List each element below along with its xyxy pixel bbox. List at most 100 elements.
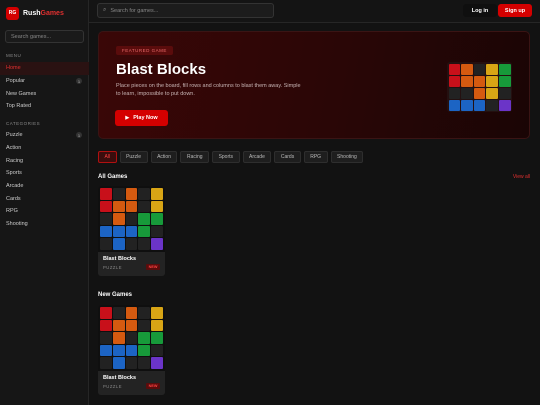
sidebar-item-label: Top Rated — [6, 103, 32, 110]
blue-block — [448, 99, 461, 111]
sidebar-item-top-rated[interactable]: Top Rated — [0, 100, 89, 113]
orange-block — [125, 307, 138, 319]
purple-block — [151, 357, 163, 369]
top-search-input[interactable] — [110, 7, 261, 14]
orange-block — [461, 75, 473, 87]
sidebar-item-shooting[interactable]: Shooting — [0, 218, 89, 231]
red-block — [100, 307, 112, 319]
sidebar-item-cards[interactable]: Cards — [0, 192, 89, 205]
brand-name-second: Games — [40, 9, 64, 17]
brand-name-first: Rush — [23, 9, 41, 17]
brand-name: RushGames — [23, 10, 64, 17]
red-block — [448, 63, 461, 75]
sidebar-item-badge: 1 — [76, 132, 82, 139]
game-card[interactable]: Blast Blocks PUZZLE NEW — [98, 305, 165, 395]
sidebar-item-popular[interactable]: Popular 1 — [0, 75, 89, 88]
top-search[interactable]: ⌕ — [97, 3, 274, 18]
hero-block-grid — [448, 63, 511, 111]
main-content: FEATURED GAME Blast Blocks Place pieces … — [89, 23, 540, 405]
play-icon: ▶ — [125, 115, 130, 121]
sidebar-item-arcade[interactable]: Arcade — [0, 180, 89, 193]
empty-cell — [138, 307, 151, 319]
yellow-block — [151, 319, 163, 332]
play-now-label: Play Now — [133, 115, 158, 121]
sidebar-item-label: Racing — [6, 157, 24, 164]
green-block — [151, 213, 163, 225]
signup-button[interactable]: Sign up — [498, 4, 532, 17]
card-block-grid — [100, 307, 163, 369]
sidebar-item-rpg[interactable]: RPG — [0, 205, 89, 218]
sidebar-item-new-games[interactable]: New Games — [0, 87, 89, 100]
logo[interactable]: RG RushGames — [6, 6, 64, 20]
blue-block — [100, 344, 112, 357]
orange-block — [112, 200, 125, 213]
blue-block — [112, 225, 125, 238]
orange-block — [461, 63, 473, 75]
filter-chip-sports[interactable]: Sports — [212, 151, 240, 163]
green-block — [151, 332, 163, 344]
red-block — [100, 188, 112, 200]
orange-block — [112, 319, 125, 332]
sidebar-item-label: RPG — [6, 208, 18, 215]
sidebar-item-puzzle[interactable]: Puzzle 1 — [0, 129, 89, 142]
view-all-link[interactable]: View all — [513, 174, 530, 180]
card-block-grid — [100, 188, 163, 250]
categories-section-label: CATEGORIES — [6, 121, 41, 126]
new-badge: NEW — [146, 264, 160, 270]
sidebar-item-label: Sports — [6, 170, 22, 177]
menu-section-label: MENU — [6, 53, 22, 58]
empty-cell — [151, 344, 163, 357]
filter-chip-puzzle[interactable]: Puzzle — [119, 151, 148, 163]
new-badge: NEW — [146, 383, 160, 389]
empty-cell — [138, 200, 151, 213]
filter-chip-action[interactable]: Action — [150, 151, 178, 163]
orange-block — [473, 75, 486, 87]
sidebar-item-badge: 1 — [76, 78, 82, 85]
game-card-category: PUZZLE — [103, 265, 123, 270]
yellow-block — [151, 188, 163, 200]
yellow-block — [151, 307, 163, 319]
green-block — [138, 225, 151, 238]
empty-cell — [125, 238, 138, 250]
yellow-block — [486, 75, 498, 87]
filter-chip-racing[interactable]: Racing — [180, 151, 210, 163]
empty-cell — [461, 87, 473, 99]
red-block — [448, 75, 461, 87]
game-card-info: Blast Blocks PUZZLE NEW — [98, 371, 165, 395]
all-games-title: All Games — [98, 174, 128, 180]
orange-block — [125, 188, 138, 200]
categories-nav: Puzzle 1 Action Racing Sports Arcade Cards RPG S… — [0, 129, 89, 231]
play-now-button[interactable]: ▶ Play Now — [115, 110, 168, 126]
blue-block — [461, 99, 473, 111]
sidebar-item-home[interactable]: Home — [0, 62, 89, 75]
sidebar-item-label: Puzzle — [6, 132, 23, 139]
sidebar: RG RushGames MENU Home Popular 1 New Games T… — [0, 0, 89, 405]
sidebar-item-racing[interactable]: Racing — [0, 154, 89, 167]
green-block — [138, 344, 151, 357]
empty-cell — [473, 63, 486, 75]
green-block — [138, 332, 151, 344]
filter-chip-arcade[interactable]: Arcade — [242, 151, 272, 163]
filter-chip-cards[interactable]: Cards — [274, 151, 301, 163]
category-filter-bar: All Puzzle Action Racing Sports Arcade Cards RP… — [98, 151, 364, 163]
login-button[interactable]: Log in — [463, 4, 497, 17]
sidebar-item-label: New Games — [6, 90, 37, 97]
search-icon: ⌕ — [103, 7, 107, 13]
empty-cell — [125, 357, 138, 369]
hero-game-preview[interactable] — [447, 62, 512, 112]
hero-title: Blast Blocks — [116, 61, 207, 78]
sidebar-item-sports[interactable]: Sports — [0, 167, 89, 180]
blue-block — [473, 99, 486, 111]
game-card-name: Blast Blocks — [103, 375, 137, 381]
empty-cell — [100, 357, 112, 369]
empty-cell — [448, 87, 461, 99]
orange-block — [125, 200, 138, 213]
filter-chip-all[interactable]: All — [98, 151, 117, 163]
logo-mark: RG — [6, 6, 19, 20]
filter-chip-shooting[interactable]: Shooting — [330, 151, 364, 163]
filter-chip-rpg[interactable]: RPG — [303, 151, 328, 163]
empty-cell — [100, 213, 112, 225]
game-card[interactable]: Blast Blocks PUZZLE NEW — [98, 186, 165, 276]
sidebar-item-action[interactable]: Action — [0, 142, 89, 155]
sidebar-search-input[interactable] — [5, 30, 84, 43]
